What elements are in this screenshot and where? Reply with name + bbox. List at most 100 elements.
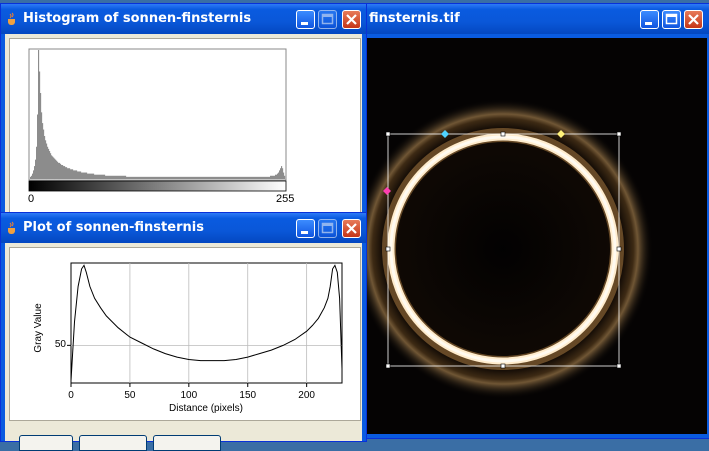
close-button[interactable] bbox=[684, 10, 703, 29]
close-button[interactable] bbox=[342, 10, 361, 29]
histogram-bar bbox=[172, 176, 174, 179]
histogram-bar bbox=[118, 175, 120, 180]
plot-client: Gray Value Distance (pixels) 50 0 50 100 15… bbox=[5, 243, 362, 451]
histogram-bar bbox=[278, 172, 280, 179]
histogram-bar bbox=[231, 176, 233, 179]
histogram-bar bbox=[235, 176, 237, 179]
histogram-bar bbox=[183, 176, 185, 179]
histogram-bar bbox=[223, 176, 225, 179]
plot-panel: Gray Value Distance (pixels) 50 0 50 100 15… bbox=[9, 247, 361, 421]
maximize-button bbox=[318, 219, 337, 238]
histogram-bar bbox=[149, 176, 151, 179]
histogram-bar bbox=[243, 176, 245, 179]
histogram-bar bbox=[208, 176, 210, 179]
plot-x-tick-label: 50 bbox=[124, 390, 136, 401]
histogram-bar bbox=[281, 166, 283, 179]
java-cup-icon bbox=[8, 221, 15, 234]
histogram-bar bbox=[255, 176, 257, 179]
histogram-bar bbox=[157, 176, 159, 179]
histogram-bar bbox=[242, 176, 244, 179]
histogram-bar bbox=[212, 176, 214, 179]
histogram-bar bbox=[68, 168, 70, 179]
histogram-bar bbox=[160, 176, 162, 179]
histogram-bar bbox=[205, 176, 207, 179]
histogram-bar bbox=[280, 168, 282, 179]
histogram-bar bbox=[120, 175, 122, 180]
minimize-button[interactable] bbox=[296, 10, 315, 29]
histogram-bar bbox=[56, 160, 58, 179]
maximize-icon bbox=[321, 13, 334, 25]
histogram-bar bbox=[48, 148, 50, 179]
plot-x-tick-label: 0 bbox=[68, 390, 74, 401]
histogram-bar bbox=[198, 176, 200, 179]
histogram-bar bbox=[199, 176, 201, 179]
histogram-titlebar[interactable]: Histogram of sonnen-finsternis bbox=[1, 4, 366, 34]
close-button[interactable] bbox=[342, 219, 361, 238]
histogram-bar bbox=[62, 165, 64, 179]
histogram-bar bbox=[129, 176, 131, 179]
histogram-bar bbox=[240, 176, 242, 179]
histogram-bar bbox=[168, 176, 170, 179]
histogram-bar bbox=[95, 174, 97, 179]
histogram-bar bbox=[101, 174, 103, 179]
plot-copy-button[interactable] bbox=[153, 435, 221, 451]
histogram-bar bbox=[75, 170, 77, 179]
maximize-button bbox=[318, 10, 337, 29]
histogram-bar bbox=[276, 174, 278, 179]
close-icon bbox=[346, 14, 357, 25]
histogram-bar bbox=[229, 176, 231, 179]
histogram-bar bbox=[154, 176, 156, 179]
histogram-bar bbox=[180, 176, 182, 179]
histogram-bar bbox=[64, 166, 66, 179]
histogram-bar bbox=[213, 176, 215, 179]
histogram-bar bbox=[132, 176, 134, 179]
plot-title: Plot of sonnen-finsternis bbox=[23, 220, 204, 235]
histogram-bar bbox=[73, 170, 75, 179]
minimize-button[interactable] bbox=[640, 10, 659, 29]
histogram-bar bbox=[248, 176, 250, 179]
image-window-titlebar[interactable]: finsternis.tif bbox=[359, 4, 709, 34]
histogram-bar bbox=[146, 176, 148, 179]
histogram-bar bbox=[66, 167, 68, 179]
histogram-bar bbox=[30, 176, 32, 179]
histogram-bar bbox=[127, 176, 129, 179]
histogram-bar bbox=[59, 162, 61, 180]
maximize-button[interactable] bbox=[662, 10, 681, 29]
histogram-bar bbox=[220, 176, 222, 179]
histogram-bar bbox=[189, 176, 191, 179]
histogram-bar bbox=[184, 176, 186, 179]
histogram-bar bbox=[258, 176, 260, 179]
plot-list-button[interactable] bbox=[19, 435, 73, 451]
histogram-bar bbox=[35, 159, 37, 179]
histogram-bar bbox=[44, 136, 46, 179]
histogram-bar bbox=[147, 176, 149, 179]
histogram-bar bbox=[209, 176, 211, 179]
histogram-bar bbox=[100, 174, 102, 179]
histogram-bar bbox=[277, 173, 279, 180]
histogram-bar bbox=[232, 176, 234, 179]
histogram-bar bbox=[228, 176, 230, 179]
plot-save-button[interactable] bbox=[79, 435, 147, 451]
histogram-bar bbox=[103, 174, 105, 179]
minimize-button[interactable] bbox=[296, 219, 315, 238]
histogram-bar bbox=[252, 176, 254, 179]
histogram-bar bbox=[144, 176, 146, 179]
histogram-bar bbox=[52, 156, 54, 179]
histogram-bar bbox=[266, 176, 268, 179]
plot-titlebar[interactable]: Plot of sonnen-finsternis bbox=[1, 213, 366, 243]
maximize-icon bbox=[321, 222, 334, 234]
histogram-bar bbox=[215, 176, 217, 179]
image-canvas[interactable] bbox=[353, 38, 707, 434]
histogram-bar bbox=[159, 176, 161, 179]
histogram-bar bbox=[219, 176, 221, 179]
histogram-bar bbox=[105, 175, 107, 180]
histogram-frame bbox=[28, 48, 287, 181]
histogram-bar bbox=[230, 176, 232, 179]
histogram-bar bbox=[111, 175, 113, 180]
histogram-bar bbox=[94, 174, 96, 179]
histogram-bar bbox=[171, 176, 173, 179]
histogram-bar bbox=[253, 176, 255, 179]
histogram-bar bbox=[225, 176, 227, 179]
histogram-bar bbox=[104, 174, 106, 179]
histogram-bar bbox=[55, 159, 57, 179]
